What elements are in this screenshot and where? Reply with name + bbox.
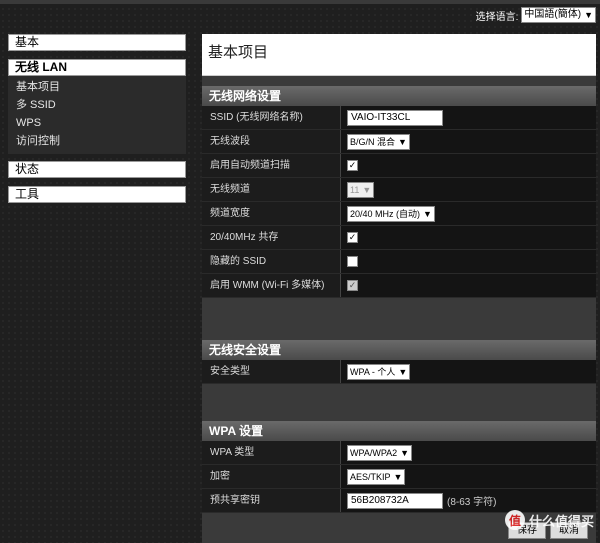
band-label: 无线波段 [202, 130, 340, 153]
language-value: 中国語(簡体) [524, 9, 582, 20]
bandwidth-row: 频道宽度 20/40 MHz (自动) ▼ [202, 202, 596, 226]
language-selector: 选择语言: 中国語(簡体) ▼ [476, 7, 596, 23]
language-label: 选择语言: [475, 11, 519, 23]
submenu-item-basic-items[interactable]: 基本项目 [8, 78, 186, 96]
wpa-settings-header: WPA 设置 [202, 421, 596, 441]
wpa-settings-panel: WPA 类型 WPA/WPA2 ▼ 加密 AES/TKIP ▼ 预共享密钥 56B2… [202, 441, 596, 513]
coexist-row: 20/40MHz 共存 ✓ [202, 226, 596, 250]
security-type-select[interactable]: WPA - 个人 ▼ [347, 363, 411, 380]
watermark-logo-icon: 值 [504, 510, 525, 530]
page-title-box: 基本项目 [202, 34, 596, 76]
wireless-submenu: 基本项目 多 SSID WPS 访问控制 [8, 76, 186, 154]
chevron-down-icon: ▼ [398, 136, 407, 147]
wireless-settings-header: 无线网络设置 [202, 86, 596, 106]
hidden-ssid-label: 隐藏的 SSID [202, 250, 340, 273]
language-dropdown[interactable]: 中国語(簡体) ▼ [521, 7, 596, 23]
wpa-type-row: WPA 类型 WPA/WPA2 ▼ [202, 441, 596, 465]
wmm-checkbox: ✓ [347, 280, 358, 291]
submenu-item-multi-ssid[interactable]: 多 SSID [8, 96, 186, 114]
wmm-label: 启用 WMM (Wi-Fi 多媒体) [202, 274, 340, 297]
autoscan-checkbox[interactable]: ✓ [347, 160, 358, 171]
psk-hint: (8-63 字符) [447, 497, 497, 508]
channel-select: 11 ▼ [347, 181, 375, 198]
encryption-value: AES/TKIP [350, 471, 391, 482]
psk-input[interactable]: 56B208732A [347, 492, 443, 509]
bandwidth-select[interactable]: 20/40 MHz (自动) ▼ [347, 205, 435, 222]
sidebar-item-wireless-lan[interactable]: 无线 LAN [8, 59, 186, 76]
submenu-item-access-control[interactable]: 访问控制 [8, 132, 186, 150]
channel-row: 无线频道 11 ▼ [202, 178, 596, 202]
channel-value: 11 [350, 184, 360, 195]
watermark: 值 什么值得买 [504, 510, 594, 530]
chevron-down-icon: ▼ [393, 471, 403, 482]
top-bar [0, 0, 600, 4]
security-settings-header: 无线安全设置 [202, 340, 596, 360]
ssid-row: SSID (无线网络名称) VAIO-IT33CL [202, 106, 596, 130]
coexist-label: 20/40MHz 共存 [202, 226, 340, 249]
sidebar-item-basic[interactable]: 基本 [8, 34, 186, 51]
security-settings-panel: 安全类型 WPA - 个人 ▼ [202, 360, 596, 384]
wpa-type-label: WPA 类型 [202, 441, 340, 464]
watermark-text: 什么值得买 [528, 513, 594, 529]
band-select[interactable]: B/G/N 混合 ▼ [347, 133, 410, 150]
wireless-settings-panel: SSID (无线网络名称) VAIO-IT33CL 无线波段 B/G/N 混合 ▼… [202, 106, 596, 298]
encryption-select[interactable]: AES/TKIP ▼ [347, 468, 406, 485]
spacer [202, 384, 596, 421]
wpa-type-select[interactable]: WPA/WPA2 ▼ [347, 444, 413, 461]
wpa-type-value: WPA/WPA2 [350, 447, 398, 458]
encryption-label: 加密 [202, 465, 340, 488]
encryption-row: 加密 AES/TKIP ▼ [202, 465, 596, 489]
page-title: 基本项目 [208, 44, 269, 61]
security-type-row: 安全类型 WPA - 个人 ▼ [202, 360, 596, 384]
bandwidth-value: 20/40 MHz (自动) [350, 208, 421, 219]
band-row: 无线波段 B/G/N 混合 ▼ [202, 130, 596, 154]
ssid-label: SSID (无线网络名称) [202, 106, 340, 129]
chevron-down-icon: ▼ [584, 10, 593, 20]
wmm-row: 启用 WMM (Wi-Fi 多媒体) ✓ [202, 274, 596, 298]
chevron-down-icon: ▼ [362, 184, 372, 195]
chevron-down-icon: ▼ [398, 366, 408, 377]
security-type-value: WPA - 个人 [350, 366, 396, 377]
security-type-label: 安全类型 [202, 360, 340, 383]
bandwidth-label: 频道宽度 [202, 202, 340, 225]
main-content: 基本项目 无线网络设置 SSID (无线网络名称) VAIO-IT33CL 无线… [202, 34, 596, 543]
hidden-ssid-checkbox[interactable] [347, 256, 358, 267]
channel-label: 无线频道 [202, 178, 340, 201]
psk-label: 预共享密钥 [202, 489, 340, 512]
chevron-down-icon: ▼ [400, 447, 410, 458]
spacer [202, 76, 596, 86]
coexist-checkbox[interactable]: ✓ [347, 232, 358, 243]
autoscan-row: 启用自动频道扫描 ✓ [202, 154, 596, 178]
autoscan-label: 启用自动频道扫描 [202, 154, 340, 177]
chevron-down-icon: ▼ [423, 208, 432, 219]
sidebar-item-tools[interactable]: 工具 [8, 186, 186, 203]
sidebar: 基本 无线 LAN 基本项目 多 SSID WPS 访问控制 状态 工具 [8, 34, 186, 211]
band-value: B/G/N 混合 [350, 136, 396, 147]
hidden-ssid-row: 隐藏的 SSID [202, 250, 596, 274]
spacer [202, 298, 596, 340]
submenu-item-wps[interactable]: WPS [8, 114, 186, 132]
sidebar-item-status[interactable]: 状态 [8, 161, 186, 178]
ssid-input[interactable]: VAIO-IT33CL [347, 109, 443, 126]
